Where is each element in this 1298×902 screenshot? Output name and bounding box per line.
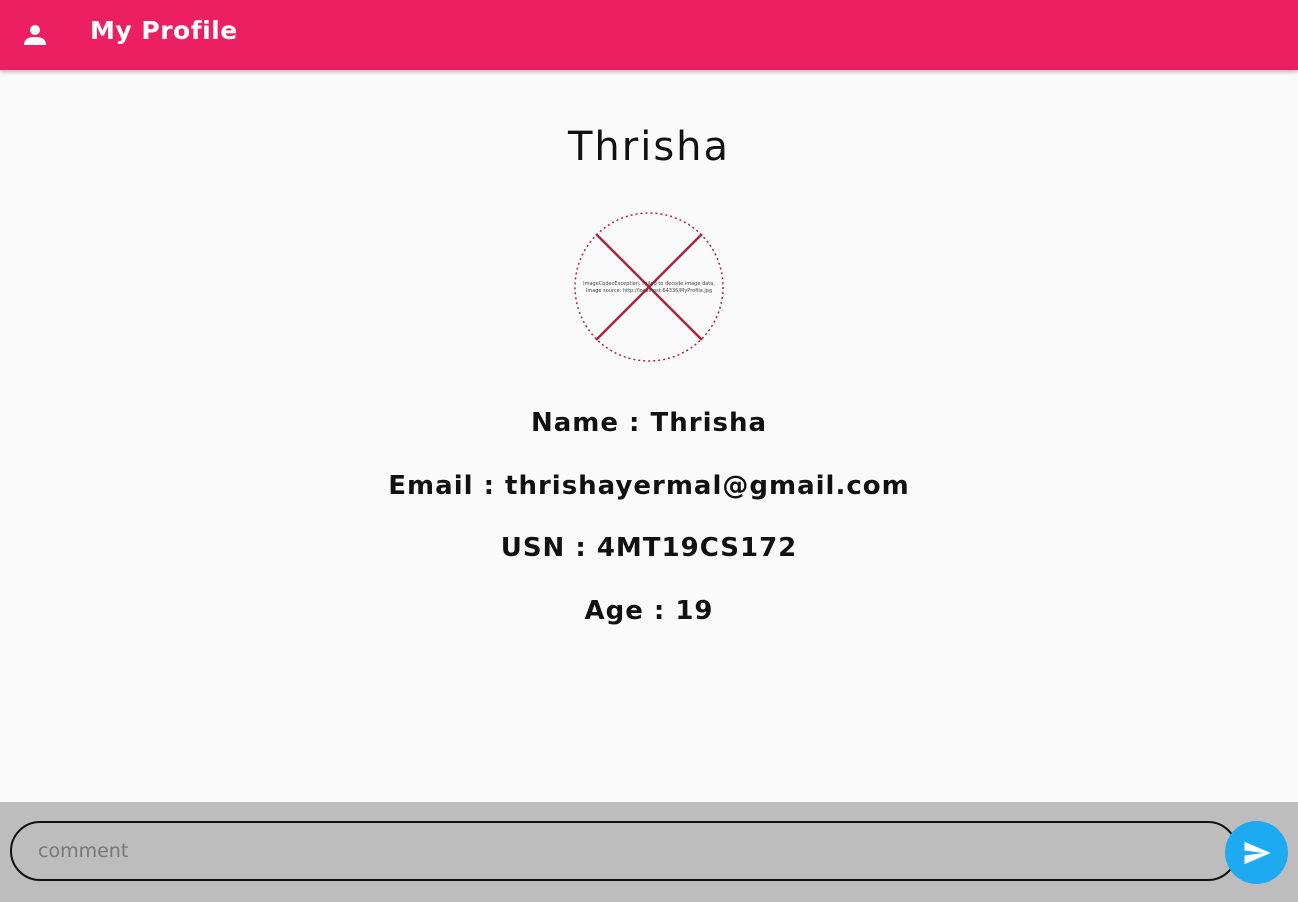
name-label: Name : Thrisha — [530, 408, 768, 438]
comment-input[interactable] — [10, 821, 1238, 881]
comment-bar — [0, 802, 1298, 902]
usn-label: USN : 4MT19CS172 — [500, 533, 798, 563]
age-label: Age : 19 — [584, 596, 714, 626]
avatar: ImageCodecException: Failed to decode im… — [574, 212, 724, 362]
send-button[interactable] — [1225, 821, 1288, 884]
page-title: My Profile — [90, 16, 238, 45]
email-label: Email : thrishayermal@gmail.com — [388, 471, 910, 501]
image-error-line-2: Image source: http://localhost:64336/MyP… — [585, 288, 713, 294]
image-error-message: ImageCodecException: Failed to decode im… — [574, 281, 724, 295]
app-bar: My Profile — [0, 0, 1298, 70]
person-icon[interactable] — [23, 23, 47, 47]
send-icon — [1244, 841, 1271, 864]
profile-content: Thrisha ImageCodecException: Failed to d… — [0, 70, 1298, 802]
profile-heading: Thrisha — [567, 124, 731, 170]
image-error-line-1: ImageCodecException: Failed to decode im… — [583, 281, 715, 287]
